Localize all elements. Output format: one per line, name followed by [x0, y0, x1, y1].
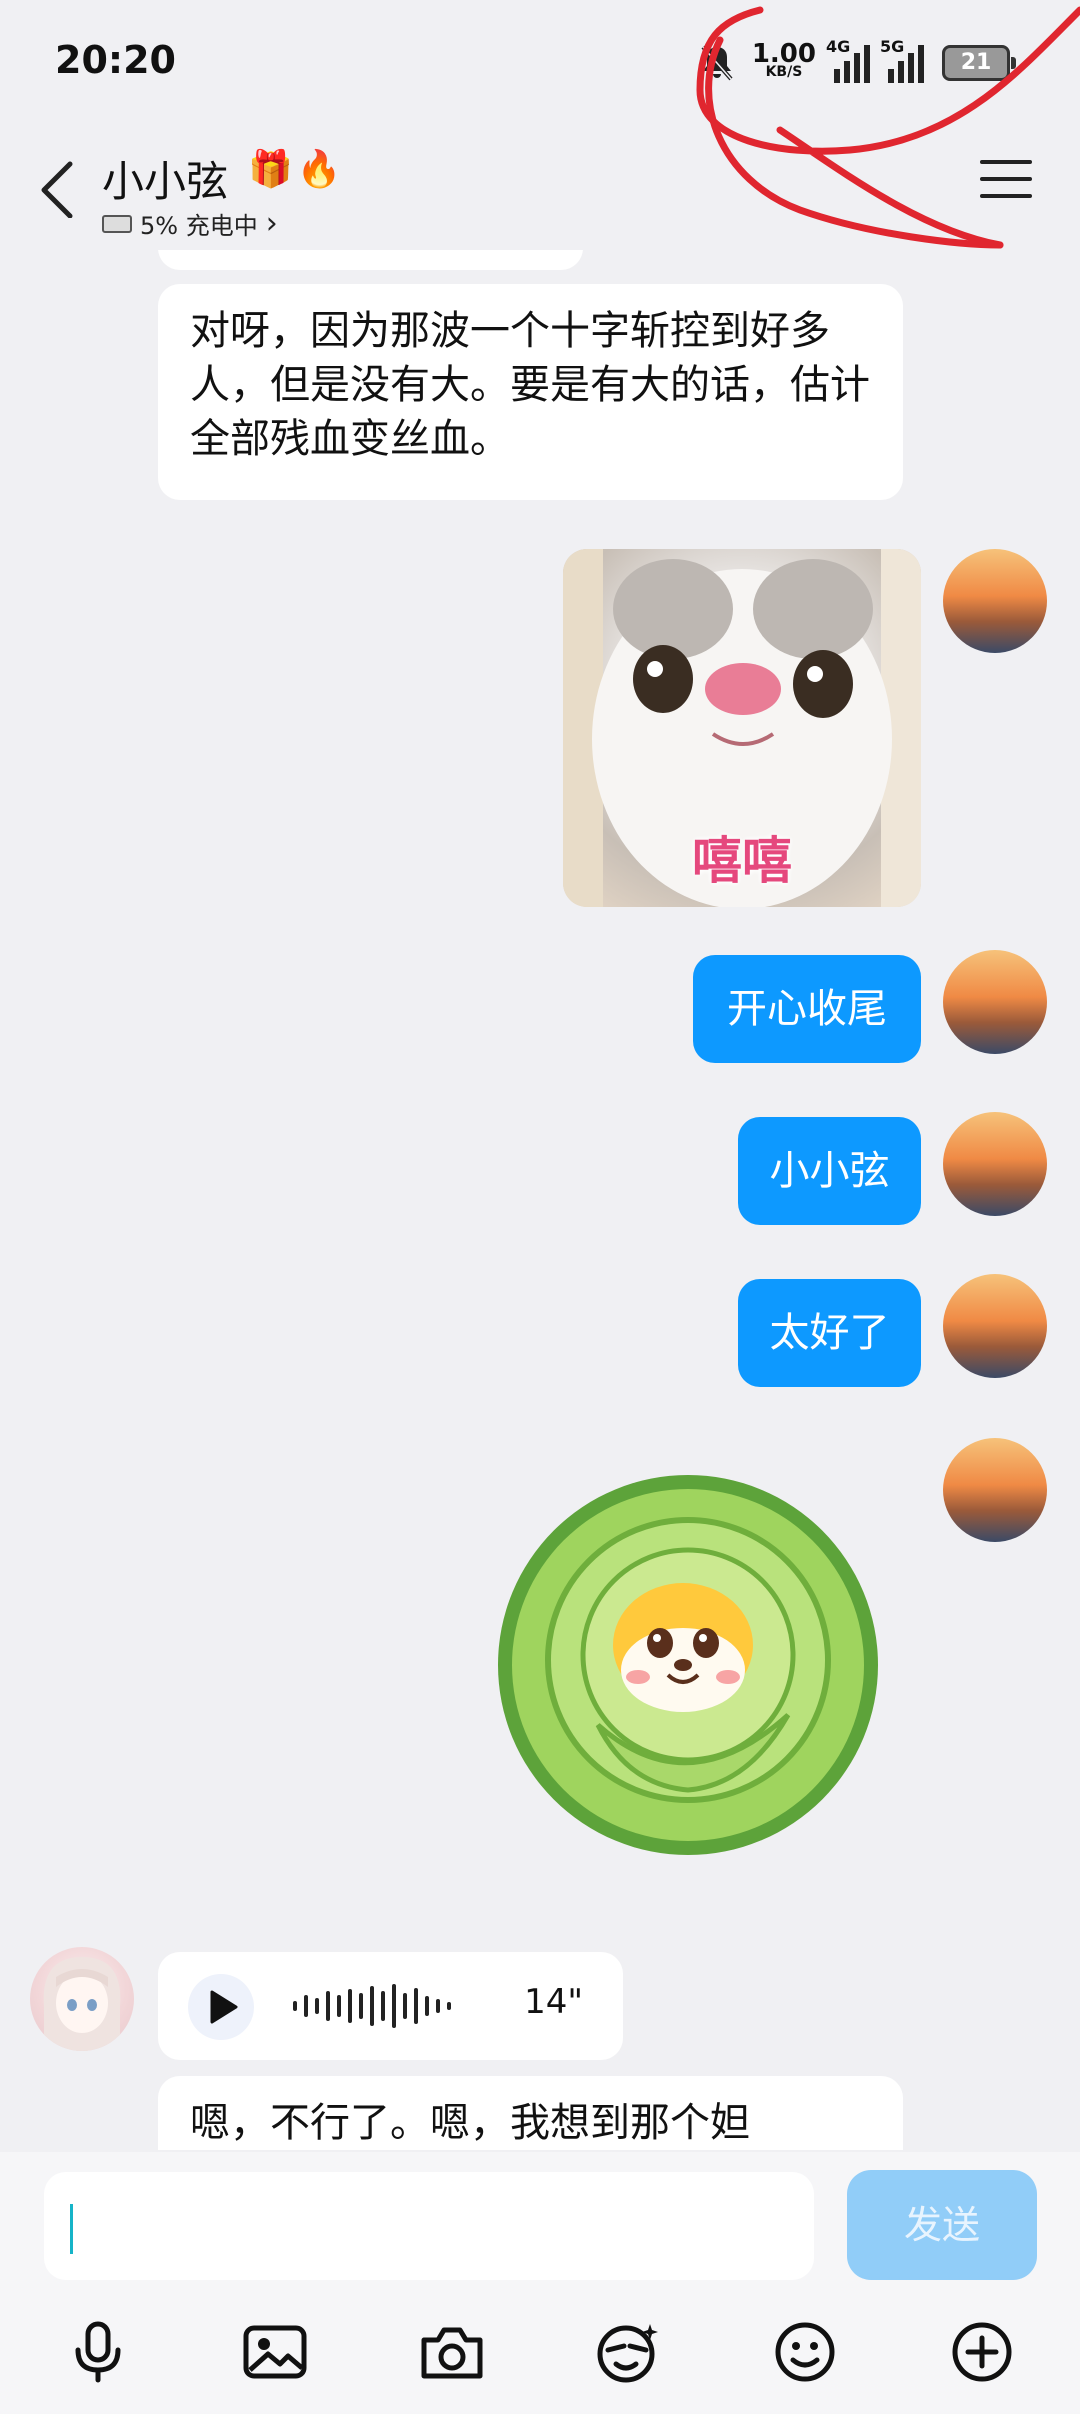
message-input[interactable] [44, 2172, 814, 2280]
status-time: 20:20 [55, 38, 176, 82]
message-bubble-outgoing[interactable]: 小小弦 [738, 1117, 921, 1225]
signal-5g-icon: 5G [880, 37, 924, 83]
avatar-self[interactable] [943, 1274, 1047, 1378]
contact-badges: 🎁🔥 [248, 149, 346, 190]
plus-icon[interactable] [942, 2312, 1022, 2392]
play-voice-button[interactable] [188, 1974, 254, 2040]
message-text: 开心收尾 [727, 986, 887, 1032]
message-bubble-partial [158, 250, 583, 270]
input-toolbar [0, 2302, 1080, 2402]
back-icon[interactable] [30, 158, 90, 218]
message-text: 对呀，因为那波一个十字斩控到好多人，但是没有大。要是有大的话，估计全部残血变丝血… [190, 308, 870, 462]
image-icon[interactable] [235, 2312, 315, 2392]
battery-icon: 21 [942, 45, 1016, 81]
avatar-friend[interactable] [30, 1947, 134, 2051]
message-bubble-incoming[interactable]: 对呀，因为那波一个十字斩控到好多人，但是没有大。要是有大的话，估计全部残血变丝血… [158, 284, 903, 500]
microphone-icon[interactable] [58, 2312, 138, 2392]
camera-icon[interactable] [412, 2312, 492, 2392]
emoji-icon[interactable] [765, 2312, 845, 2392]
text-caret [70, 2204, 73, 2254]
avatar-self[interactable] [943, 950, 1047, 1054]
avatar-self[interactable] [943, 1112, 1047, 1216]
voice-duration: 14" [524, 1982, 583, 2022]
contact-name[interactable]: 小小弦 [102, 148, 228, 209]
avatar-self[interactable] [943, 549, 1047, 653]
message-list[interactable]: 对呀，因为那波一个十字斩控到好多人，但是没有大。要是有大的话，估计全部残血变丝血… [0, 250, 1080, 2150]
message-text: 太好了 [769, 1310, 890, 1356]
message-bubble-outgoing[interactable]: 开心收尾 [693, 955, 921, 1063]
sticker-cabbage-dog[interactable] [488, 1465, 888, 1865]
chat-header: 小小弦 🎁🔥 5% 充电中 › [0, 130, 1080, 250]
voice-message-bubble[interactable]: 14" [158, 1952, 623, 2060]
signal-4g-icon: 4G [826, 37, 870, 83]
message-text: 嗯，不行了。嗯，我想到那个妲 [190, 2100, 750, 2146]
message-bubble-incoming[interactable]: 嗯，不行了。嗯，我想到那个妲 [158, 2076, 903, 2150]
sticker-caption: 嘻嘻 [692, 832, 792, 890]
status-bar: 20:20 1.00 KB/S 4G 5G 21 [0, 0, 1080, 120]
charging-status-text: 5% 充电中 [140, 212, 258, 240]
message-text: 小小弦 [769, 1148, 890, 1194]
mute-icon [701, 45, 733, 81]
send-button[interactable]: 发送 [847, 2170, 1037, 2280]
avatar-self[interactable] [943, 1438, 1047, 1542]
contact-status[interactable]: 5% 充电中 › [102, 206, 278, 241]
input-bar: 发送 [0, 2152, 1080, 2414]
play-icon [210, 1990, 238, 2024]
message-bubble-outgoing[interactable]: 太好了 [738, 1279, 921, 1387]
sticker-cat[interactable]: 嘻嘻 [563, 549, 921, 907]
anime-avatar-image [43, 1957, 121, 2051]
network-speed: 1.00 KB/S [751, 39, 816, 80]
battery-small-icon [102, 214, 132, 233]
voice-waveform [293, 1982, 451, 2030]
chevron-right-icon: › [265, 206, 278, 241]
status-icons: 1.00 KB/S 4G 5G 21 [700, 37, 1016, 88]
sticker-face-icon[interactable] [588, 2312, 668, 2392]
menu-icon[interactable] [980, 160, 1032, 204]
